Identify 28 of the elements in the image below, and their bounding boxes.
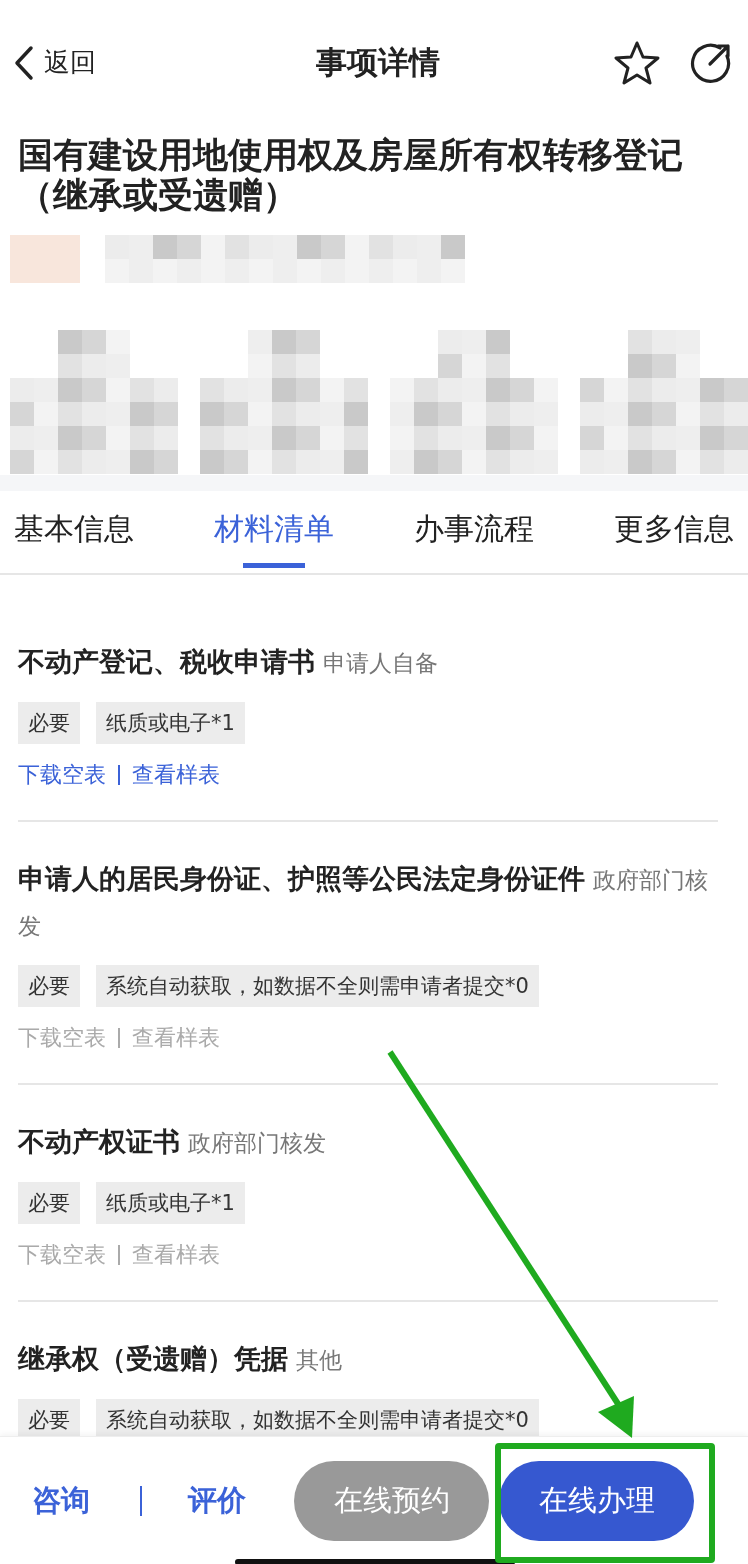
action-button[interactable]: 在线预约	[294, 1461, 489, 1541]
bottom-link[interactable]: 咨询	[32, 1481, 90, 1521]
download-link[interactable]: 下载空表	[18, 760, 106, 790]
sample-link[interactable]: 查看样表	[132, 760, 220, 790]
star-icon[interactable]	[614, 40, 660, 85]
action-button[interactable]: 在线办理	[499, 1461, 694, 1541]
tag: 系统自动获取，如数据不全则需申请者提交*0	[96, 965, 539, 1007]
tag: 必要	[18, 1182, 80, 1224]
tab[interactable]: 基本信息	[14, 491, 134, 573]
tag: 必要	[18, 1399, 80, 1436]
tab[interactable]: 材料清单	[214, 491, 334, 573]
material-title: 不动产登记、税收申请书 申请人自备	[18, 645, 439, 679]
tag: 必要	[18, 965, 80, 1007]
bottom-link[interactable]: 评价	[188, 1481, 246, 1521]
tag: 纸质或电子*1	[96, 702, 245, 744]
item-title: 国有建设用地使用权及房屋所有权转移登记（继承或受遗赠）	[17, 134, 684, 217]
back-icon	[14, 44, 34, 81]
tag: 纸质或电子*1	[96, 1182, 245, 1224]
tab[interactable]: 办事流程	[414, 491, 534, 573]
material-title: 不动产权证书 政府部门核发	[18, 1125, 327, 1159]
material-title: 继承权（受遗赠）凭据 其他	[18, 1342, 343, 1376]
share-icon[interactable]	[690, 41, 732, 84]
tab[interactable]: 更多信息	[614, 491, 734, 573]
tag: 必要	[18, 702, 80, 744]
back-button[interactable]: 返回	[14, 44, 164, 81]
page-title: 事项详情	[315, 42, 441, 82]
tag: 系统自动获取，如数据不全则需申请者提交*0	[96, 1399, 539, 1436]
material-title: 申请人的居民身份证、护照等公民法定身份证件 政府部门核发	[18, 862, 709, 941]
